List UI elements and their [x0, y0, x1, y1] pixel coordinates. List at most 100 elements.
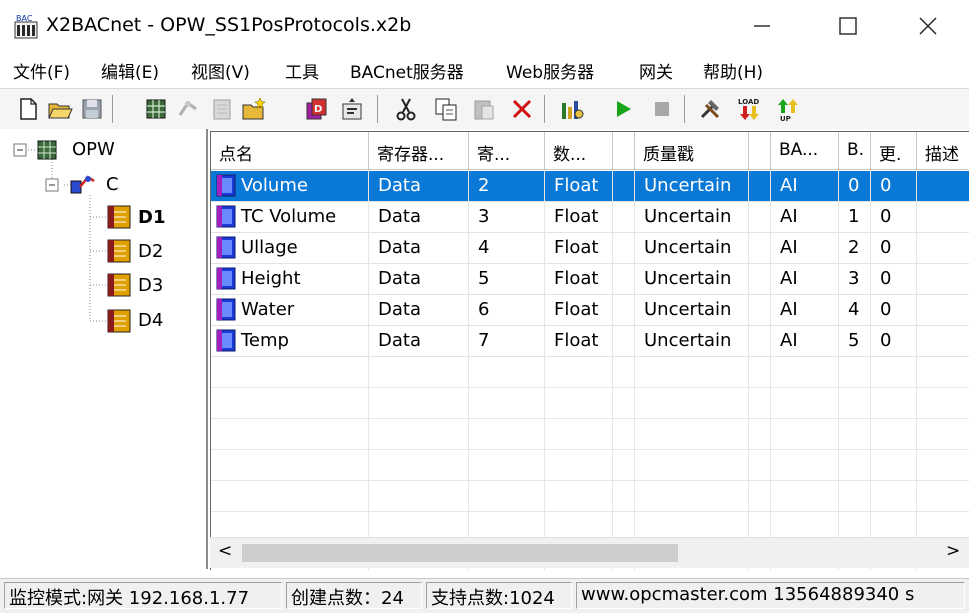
tree-node-device[interactable]: D4	[138, 310, 163, 331]
cell-instance: 2	[839, 233, 871, 264]
cell-bacnet-type: AI	[771, 233, 839, 264]
cell-datatype: Float	[545, 295, 613, 326]
menu-file[interactable]: 文件(F)	[13, 58, 70, 83]
up-icon[interactable]: UP	[774, 95, 802, 123]
cell-empty	[917, 233, 969, 264]
cell-address: 6	[469, 295, 545, 326]
cell-name: Height	[211, 264, 369, 295]
table-row[interactable]: TC Volume Data 3 Float Uncertain AI 1 0	[211, 202, 969, 233]
cut-icon[interactable]	[392, 95, 420, 123]
cell-quality: Uncertain	[635, 202, 749, 233]
cell-update: 0	[871, 233, 917, 264]
status-contact: www.opcmaster.com 13564889340 s	[576, 582, 965, 609]
play-icon[interactable]	[609, 95, 637, 123]
scroll-right-button[interactable]: >	[946, 541, 960, 561]
menu-edit[interactable]: 编辑(E)	[101, 58, 159, 83]
stop-icon[interactable]	[648, 95, 676, 123]
device-icon[interactable]	[208, 95, 236, 123]
cell-empty	[749, 264, 771, 295]
load-icon[interactable]: LOAD	[736, 95, 764, 123]
grid-line	[634, 170, 635, 570]
column-header-name[interactable]: 点名	[211, 132, 369, 170]
copy-icon[interactable]	[432, 95, 460, 123]
tree-node-device[interactable]: D2	[138, 241, 163, 262]
column-header-description[interactable]: 描述	[917, 132, 969, 170]
cell-address: 2	[469, 171, 545, 202]
cell-name: TC Volume	[211, 202, 369, 233]
table-row[interactable]: Temp Data 7 Float Uncertain AI 5 0	[211, 326, 969, 357]
table-row[interactable]: Volume Data 2 Float Uncertain AI 0 0	[211, 171, 969, 202]
properties-icon[interactable]	[338, 95, 366, 123]
save-icon[interactable]	[78, 95, 106, 123]
scroll-left-button[interactable]: <	[218, 541, 232, 561]
column-header-instance[interactable]: B.	[839, 132, 871, 170]
grid-line	[211, 418, 969, 419]
cell-empty	[749, 202, 771, 233]
column-header-register[interactable]: 寄存器...	[369, 132, 469, 170]
grid-line	[748, 170, 749, 570]
monitor-icon[interactable]	[558, 95, 586, 123]
column-header-address[interactable]: 寄...	[469, 132, 545, 170]
toolbar-separator	[684, 95, 685, 123]
menu-gateway[interactable]: 网关	[639, 58, 673, 83]
new-file-icon[interactable]	[14, 95, 42, 123]
menu-help[interactable]: 帮助(H)	[703, 58, 763, 83]
menu-tools[interactable]: 工具	[285, 58, 319, 83]
column-header-update[interactable]: 更.	[871, 132, 917, 170]
cell-name-text: Height	[241, 268, 301, 289]
tree-node-device[interactable]: D1	[138, 207, 165, 228]
open-folder-icon[interactable]	[46, 95, 74, 123]
cell-empty	[749, 295, 771, 326]
tree-node-device[interactable]: D3	[138, 275, 163, 296]
add-tag-icon[interactable]: D	[304, 95, 332, 123]
svg-text:D: D	[314, 104, 322, 115]
cell-name-text: TC Volume	[241, 206, 337, 227]
cell-empty	[613, 295, 635, 326]
column-header-datatype[interactable]: 数...	[545, 132, 613, 170]
table-row[interactable]: Height Data 5 Float Uncertain AI 3 0	[211, 264, 969, 295]
column-header-quality[interactable]: 质量戳	[635, 132, 749, 170]
cell-quality: Uncertain	[635, 233, 749, 264]
column-header-blank[interactable]	[613, 132, 635, 170]
channel-icon[interactable]	[174, 95, 202, 123]
add-folder-icon[interactable]	[240, 95, 268, 123]
scrollbar-thumb[interactable]	[242, 544, 678, 562]
cell-bacnet-type: AI	[771, 171, 839, 202]
delete-icon[interactable]	[508, 95, 536, 123]
grid-line	[544, 170, 545, 570]
grid-line	[612, 170, 613, 570]
cell-datatype: Float	[545, 264, 613, 295]
tree-node-root[interactable]: OPW	[72, 139, 115, 160]
close-icon	[919, 17, 937, 35]
column-header-blank[interactable]	[749, 132, 771, 170]
device-icon	[106, 205, 132, 233]
cell-name: Temp	[211, 326, 369, 357]
cell-register: Data	[369, 326, 469, 357]
cell-quality: Uncertain	[635, 326, 749, 357]
table-row[interactable]: Ullage Data 4 Float Uncertain AI 2 0	[211, 233, 969, 264]
grid-icon[interactable]	[142, 95, 170, 123]
maximize-button[interactable]	[826, 6, 870, 46]
cell-empty	[917, 264, 969, 295]
cell-update: 0	[871, 326, 917, 357]
cell-name-text: Volume	[241, 175, 308, 196]
close-button[interactable]	[906, 6, 950, 46]
cell-name-text: Ullage	[241, 237, 298, 258]
menu-bacnet-server[interactable]: BACnet服务器	[350, 58, 464, 83]
cell-datatype: Float	[545, 202, 613, 233]
tools-icon[interactable]	[696, 95, 724, 123]
paste-icon[interactable]	[470, 95, 498, 123]
analog-tag-icon	[216, 298, 236, 321]
menu-view[interactable]: 视图(V)	[191, 58, 250, 83]
tree-node-channel[interactable]: C	[106, 174, 119, 195]
cell-empty	[749, 326, 771, 357]
horizontal-scrollbar[interactable]: < >	[210, 537, 969, 568]
table-row[interactable]: Water Data 6 Float Uncertain AI 4 0	[211, 295, 969, 326]
menu-web-server[interactable]: Web服务器	[506, 58, 594, 83]
grid-line	[211, 387, 969, 388]
grid-line	[211, 480, 969, 481]
svg-text:BAC: BAC	[16, 14, 33, 23]
column-header-bacnet-type[interactable]: BA...	[771, 132, 839, 170]
cell-empty	[917, 295, 969, 326]
minimize-button[interactable]	[740, 6, 784, 46]
